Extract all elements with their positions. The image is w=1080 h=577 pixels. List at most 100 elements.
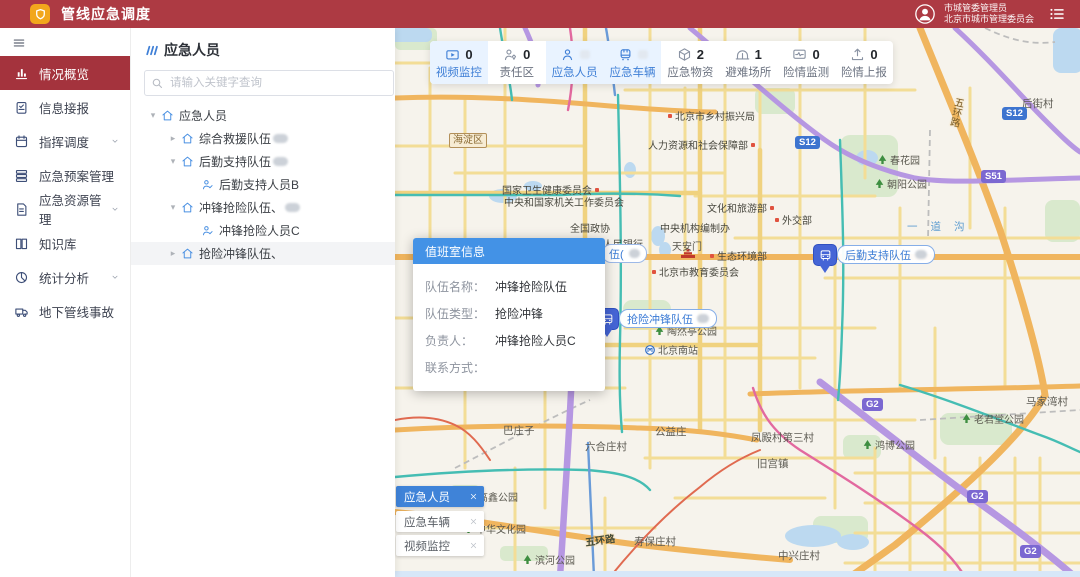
- close-icon[interactable]: [469, 541, 478, 550]
- user-org: 北京市城市管理委员会: [944, 14, 1034, 25]
- map-canvas[interactable]: 海淀区北京市乡村振兴局人力资源和社会保障部国家卫生健康委员会中央和国家机关工作委…: [395, 28, 1080, 577]
- tree-node[interactable]: 后勤支持人员B: [130, 173, 395, 196]
- header-menu-icon[interactable]: [1048, 5, 1066, 23]
- map-label-text: 北京市乡村振兴局: [675, 108, 755, 123]
- tree-node[interactable]: 冲锋抢险人员C: [130, 219, 395, 242]
- overview-icon: [14, 66, 29, 81]
- caret-down-icon[interactable]: ▾: [146, 110, 160, 121]
- monitor-icon: [792, 47, 807, 62]
- map-label-text: 中央机构编制办: [660, 220, 730, 235]
- toolbar-item-danger-monitor[interactable]: 0险情监测: [777, 41, 835, 84]
- map-label-gov: 人力资源和社会保障部: [648, 137, 755, 152]
- close-icon[interactable]: [469, 517, 478, 526]
- person-icon: [560, 47, 575, 62]
- tree-node[interactable]: ▸抢险冲锋队伍、: [130, 242, 395, 265]
- toolbar-count: 0: [465, 47, 472, 62]
- chevron-down-icon: [110, 272, 120, 282]
- caret-down-icon[interactable]: ▾: [166, 156, 180, 167]
- sidebar-item-knowledge-base[interactable]: 知识库: [0, 226, 130, 260]
- home-icon: [181, 201, 194, 214]
- toolbar-count: 0: [523, 47, 530, 62]
- map-label-gov: 文化和旅游部: [707, 200, 774, 215]
- chevron-down-icon: [110, 204, 120, 214]
- map-label-text: 全国政协: [570, 220, 610, 235]
- sidebar-item-statistics-analysis[interactable]: 统计分析: [0, 260, 130, 294]
- sidebar-item-pipeline-accident[interactable]: 地下管线事故: [0, 294, 130, 328]
- tree-node[interactable]: ▾应急人员: [130, 104, 395, 127]
- team-map-pin[interactable]: [813, 244, 837, 266]
- map-label-metro: 北京南站: [645, 342, 698, 357]
- toolbar-item-emergency-supplies[interactable]: 2应急物资: [661, 41, 719, 84]
- map-label-park: 老君堂公园: [962, 411, 1024, 426]
- stats-icon: [14, 270, 29, 285]
- user-info: 市城管委管理员 北京市城市管理委员会: [944, 3, 1034, 26]
- layer-tag-3[interactable]: 视频监控: [396, 535, 484, 556]
- video-icon: [445, 47, 460, 62]
- map-label-gov: 中央和国家机关工作委员会: [504, 194, 624, 209]
- sidebar-item-situation-overview[interactable]: 情况概览: [0, 56, 130, 90]
- map-label-text: 六合庄村: [585, 439, 627, 454]
- map-label-town: 公益庄: [655, 424, 687, 439]
- map-label-text: 春花园: [890, 152, 920, 167]
- toolbar-item-danger-report[interactable]: 0险情上报: [835, 41, 893, 84]
- poi-dot-icon: [710, 254, 714, 258]
- map-label-text: 公益庄: [655, 424, 687, 439]
- toolbar-item-label: 险情监测: [783, 64, 829, 80]
- map-label-district: 海淀区: [449, 133, 487, 148]
- tree-node[interactable]: ▾冲锋抢险队伍、: [130, 196, 395, 219]
- tree-icon: [962, 414, 971, 424]
- toolbar-item-emergency-vehicle[interactable]: 应急车辆: [604, 41, 662, 84]
- team-pin-label[interactable]: 抢险冲锋队伍: [619, 309, 717, 328]
- layer-tag-label: 视频监控: [404, 538, 450, 554]
- shelter-icon: [735, 47, 750, 62]
- map-horizontal-scrollbar[interactable]: [395, 571, 1080, 577]
- sidebar-item-info-reporting[interactable]: 信息接报: [0, 90, 130, 124]
- toolbar-item-label: 险情上报: [841, 64, 887, 80]
- tree-node[interactable]: ▾后勤支持队伍: [130, 150, 395, 173]
- monitor-icon: [792, 47, 807, 62]
- team-pin-label[interactable]: 后勤支持队伍: [837, 245, 935, 264]
- sidebar-collapse-icon[interactable]: [12, 36, 26, 50]
- popup-row-value: 冲锋抢险人员C: [495, 332, 576, 349]
- map-label-frag: 伍(: [602, 244, 647, 263]
- map-label-text: 凤殿村第三村: [751, 430, 814, 445]
- home-icon: [181, 132, 194, 145]
- sidebar-item-label: 统计分析: [39, 268, 89, 287]
- overview-icon: [14, 66, 29, 81]
- layer-tag-1[interactable]: 应急人员: [396, 486, 484, 507]
- chevron-down-icon: [110, 272, 120, 282]
- toolbar-item-shelter[interactable]: 1避难场所: [719, 41, 777, 84]
- caret-down-icon[interactable]: ▾: [166, 202, 180, 213]
- toolbar-item-emergency-personnel[interactable]: 应急人员: [546, 41, 604, 84]
- map-label-park: 朝阳公园: [875, 176, 927, 191]
- toolbar-item-responsibility-zone[interactable]: 0责任区: [488, 41, 546, 84]
- toolbar-count: 2: [697, 47, 704, 62]
- close-icon: [469, 541, 478, 550]
- search-input[interactable]: [168, 76, 387, 90]
- home-icon: [181, 247, 194, 260]
- map-label-text: 文化和旅游部: [707, 200, 767, 215]
- layer-tag-2[interactable]: 应急车辆: [396, 511, 484, 532]
- redacted-blob: [285, 203, 300, 212]
- toolbar-item-video-monitor[interactable]: 0视频监控: [430, 41, 488, 84]
- poi-dot-icon: [775, 218, 779, 222]
- close-icon[interactable]: [469, 492, 478, 501]
- search-icon: [151, 77, 163, 89]
- home-icon: [161, 109, 174, 122]
- sidebar-item-emergency-resource-mgmt[interactable]: 应急资源管理: [0, 192, 130, 226]
- sidebar-item-command-dispatch[interactable]: 指挥调度: [0, 124, 130, 158]
- popup-row-label: 队伍类型：: [425, 305, 495, 322]
- map-label-town: 巴庄子: [503, 423, 535, 438]
- person-node-icon: [201, 224, 214, 237]
- personnel-tree: ▾应急人员▸综合救援队伍▾后勤支持队伍后勤支持人员B▾冲锋抢险队伍、冲锋抢险人员…: [130, 104, 395, 265]
- road-number-badge: S51: [981, 170, 1006, 183]
- caret-right-icon[interactable]: ▸: [166, 133, 180, 144]
- home-icon: [181, 201, 194, 214]
- sidebar-item-emergency-plan-mgmt[interactable]: 应急预案管理: [0, 158, 130, 192]
- caret-right-icon[interactable]: ▸: [166, 248, 180, 259]
- map-label-text: 寿保庄村: [634, 534, 676, 549]
- redacted-blob: [273, 134, 288, 143]
- tree-node[interactable]: ▸综合救援队伍: [130, 127, 395, 150]
- avatar[interactable]: [914, 3, 936, 25]
- home-icon: [181, 155, 194, 168]
